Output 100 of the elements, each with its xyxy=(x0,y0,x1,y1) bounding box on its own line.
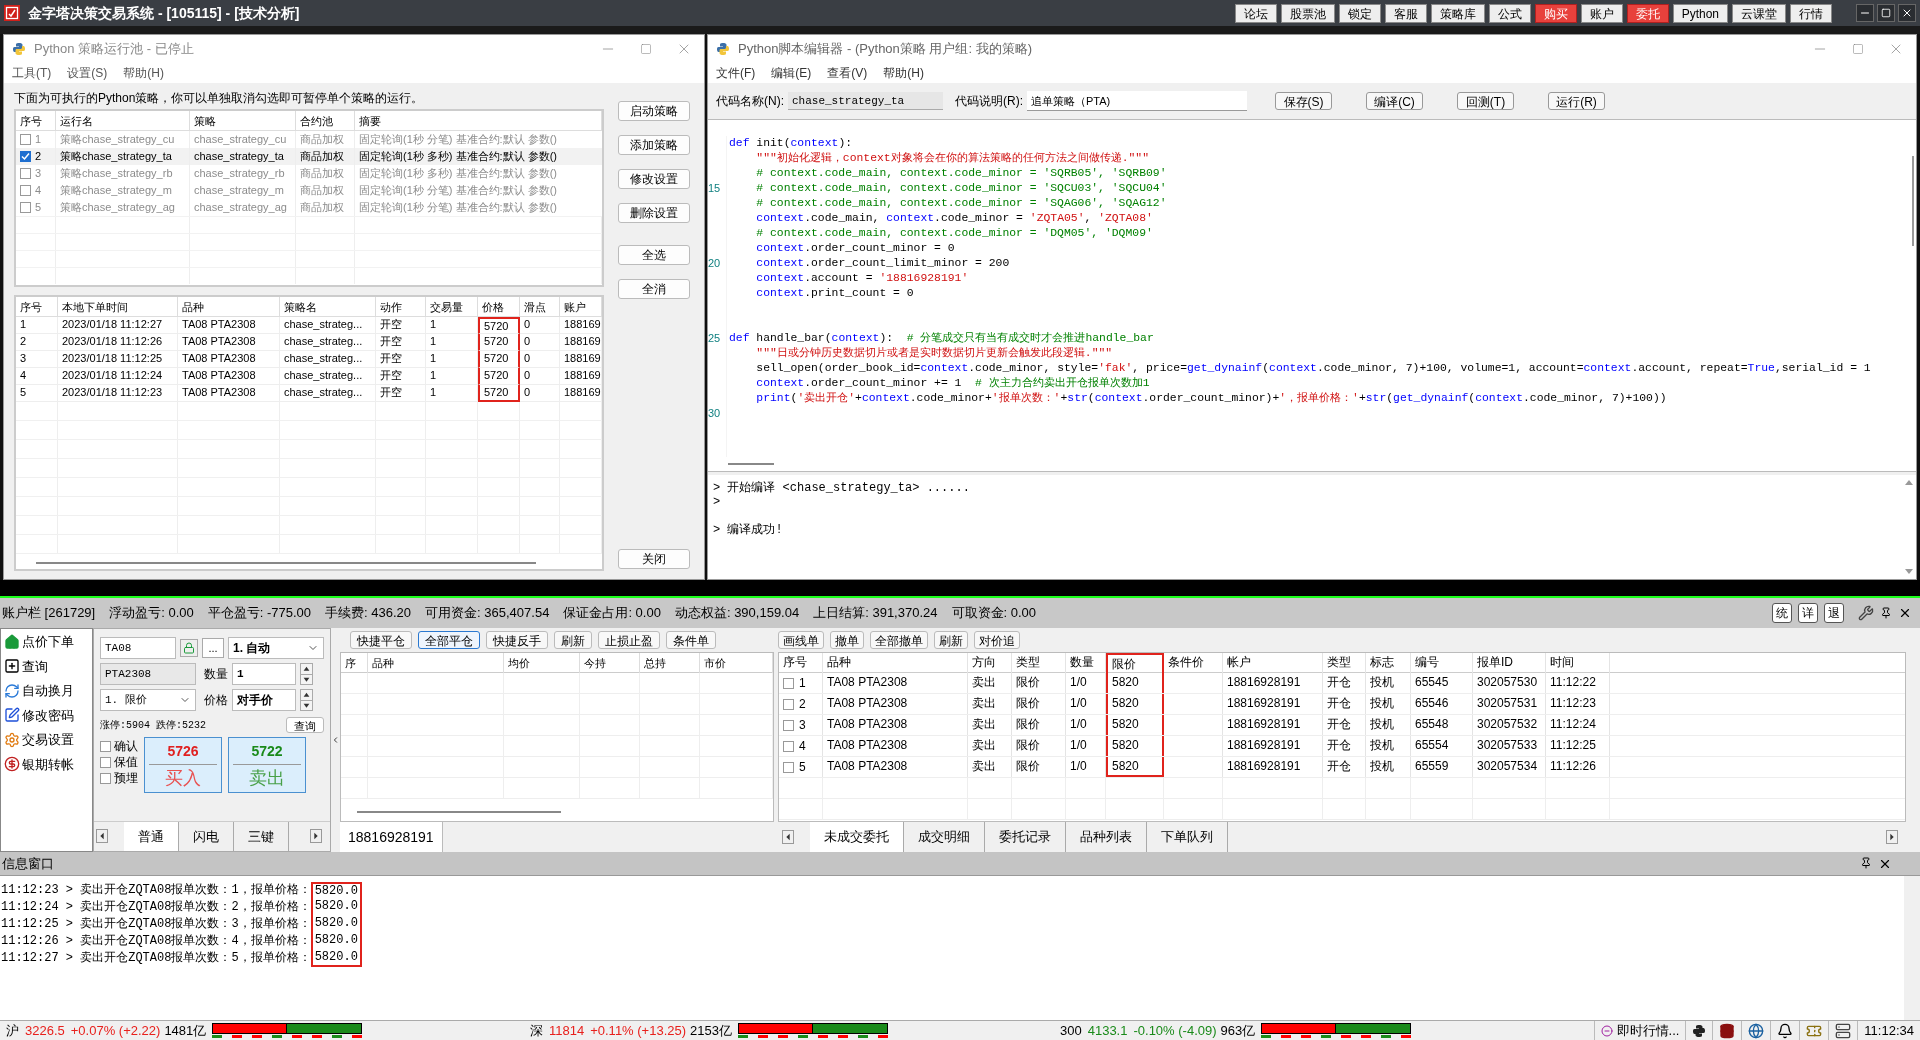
editor-button[interactable]: 运行(R) xyxy=(1548,92,1605,110)
sell-button[interactable]: 5722 卖出 xyxy=(228,737,306,793)
price-field[interactable]: 对手价 xyxy=(232,689,296,711)
checkbox[interactable] xyxy=(783,698,794,710)
toolbar-button[interactable]: 画线单 xyxy=(778,631,824,649)
checkbox[interactable] xyxy=(783,761,794,773)
toolbar-button[interactable]: 刷新 xyxy=(934,631,968,649)
checkbox[interactable] xyxy=(20,185,31,196)
scrollbar-thumb[interactable] xyxy=(36,562,536,564)
menu-item[interactable]: 编辑(E) xyxy=(771,64,812,82)
collapse-icon[interactable] xyxy=(331,734,340,746)
tab-scroll-right-icon[interactable] xyxy=(1886,830,1898,844)
tab-scroll-right-icon[interactable] xyxy=(310,829,322,843)
pin-icon[interactable] xyxy=(1880,607,1892,619)
checkbox[interactable] xyxy=(100,772,111,784)
scrollbar-thumb[interactable] xyxy=(1912,156,1914,246)
tools-icon[interactable] xyxy=(1858,605,1874,621)
action-button[interactable]: 添加策略 xyxy=(618,135,690,155)
realtime-quote-button[interactable]: 即时行情... xyxy=(1593,1021,1687,1040)
query-button[interactable]: 查询 xyxy=(286,717,324,733)
nav-item[interactable]: 自动换月 xyxy=(22,681,74,701)
menu-item[interactable]: 设置(S) xyxy=(67,64,108,82)
panel-button[interactable]: 退 xyxy=(1824,603,1844,623)
minimize-icon[interactable] xyxy=(1856,4,1874,22)
menu-item[interactable]: 查看(V) xyxy=(827,64,868,82)
toolbar-button[interactable]: 对价追 xyxy=(974,631,1020,649)
close-icon[interactable] xyxy=(1898,4,1916,22)
nav-item[interactable]: 修改密码 xyxy=(22,705,74,725)
restore-icon[interactable] xyxy=(1877,4,1895,22)
panel-button[interactable]: 统 xyxy=(1772,603,1792,623)
orders-tab[interactable]: 未成交委托 xyxy=(810,822,904,852)
pin-icon[interactable] xyxy=(1860,856,1872,869)
toolbar-button[interactable]: 账户 xyxy=(1580,3,1623,23)
mode-tab[interactable]: 普通 xyxy=(124,822,179,851)
spin-buttons[interactable] xyxy=(300,689,313,711)
checkbox[interactable] xyxy=(783,677,794,689)
close-button[interactable]: 关闭 xyxy=(618,549,690,569)
action-button[interactable]: 启动策略 xyxy=(618,101,690,121)
checkbox[interactable] xyxy=(20,168,31,179)
panel-button[interactable]: 详 xyxy=(1798,603,1818,623)
toolbar-button[interactable]: 快捷平仓 xyxy=(350,631,412,649)
editor-button[interactable]: 保存(S) xyxy=(1275,92,1332,110)
checkbox[interactable] xyxy=(783,740,794,752)
checkbox[interactable] xyxy=(20,202,31,213)
tab-scroll-left-icon[interactable] xyxy=(782,830,794,844)
toolbar-button[interactable]: 行情 xyxy=(1790,3,1832,23)
toolbar-button[interactable]: 条件单 xyxy=(666,631,716,649)
toolbar-button[interactable]: 止损止盈 xyxy=(598,631,660,649)
toolbar-button[interactable]: 股票池 xyxy=(1280,3,1335,23)
account-tab[interactable]: 18816928191 xyxy=(340,822,443,852)
maximize-icon[interactable] xyxy=(640,43,652,55)
quantity-field[interactable]: 1 xyxy=(232,663,296,685)
checkbox[interactable] xyxy=(20,134,31,145)
product-field[interactable]: PTA2308 xyxy=(100,663,196,685)
mode-select[interactable]: 1. 自动 xyxy=(228,637,324,659)
nav-item[interactable]: 点价下单 xyxy=(22,632,74,652)
maximize-icon[interactable] xyxy=(1852,43,1864,55)
checkbox[interactable] xyxy=(783,719,794,731)
tab-scroll-left-icon[interactable] xyxy=(96,829,108,843)
toolbar-button[interactable]: 购买 xyxy=(1534,3,1577,23)
order-type-select[interactable]: 1. 限价 xyxy=(100,689,196,711)
code-name-field[interactable]: chase_strategy_ta xyxy=(788,92,943,110)
editor-button[interactable]: 编译(C) xyxy=(1366,92,1423,110)
editor-button[interactable]: 回测(T) xyxy=(1457,92,1514,110)
toolbar-button[interactable]: Python xyxy=(1672,3,1728,23)
nav-item[interactable]: 查询 xyxy=(22,656,48,676)
code-description-field[interactable]: 追单策略（PTA) xyxy=(1027,91,1247,111)
scroll-up-icon[interactable] xyxy=(1905,479,1913,485)
menu-item[interactable]: 帮助(H) xyxy=(883,64,924,82)
lock-button[interactable] xyxy=(180,639,198,657)
scrollbar-thumb[interactable] xyxy=(357,811,561,813)
nav-item[interactable]: 银期转帐 xyxy=(22,754,74,774)
toolbar-button[interactable]: 撤单 xyxy=(830,631,864,649)
checkbox[interactable] xyxy=(100,740,111,752)
action-button[interactable]: 全选 xyxy=(618,245,690,265)
action-button[interactable]: 删除设置 xyxy=(618,203,690,223)
close-icon[interactable] xyxy=(1898,606,1912,620)
spin-buttons[interactable] xyxy=(300,663,313,685)
scrollbar-thumb[interactable] xyxy=(728,463,774,465)
toolbar-button[interactable]: 全部平仓 xyxy=(418,631,480,649)
toolbar-button[interactable]: 云课堂 xyxy=(1732,3,1786,23)
toolbar-button[interactable]: 快捷反手 xyxy=(486,631,548,649)
toolbar-button[interactable]: 公式 xyxy=(1488,3,1531,23)
more-button[interactable]: ... xyxy=(202,638,224,658)
menu-item[interactable]: 文件(F) xyxy=(716,64,756,82)
toolbar-button[interactable]: 策略库 xyxy=(1430,3,1485,23)
checkbox[interactable] xyxy=(100,756,111,768)
toolbar-button[interactable]: 锁定 xyxy=(1338,3,1381,23)
menu-item[interactable]: 工具(T) xyxy=(12,64,52,82)
menu-item[interactable]: 帮助(H) xyxy=(123,64,164,82)
nav-item[interactable]: 交易设置 xyxy=(22,730,74,750)
toolbar-button[interactable]: 全部撤单 xyxy=(870,631,928,649)
buy-button[interactable]: 5726 买入 xyxy=(144,737,222,793)
toolbar-button[interactable]: 论坛 xyxy=(1234,3,1277,23)
action-button[interactable]: 全消 xyxy=(618,279,690,299)
toolbar-button[interactable]: 客服 xyxy=(1384,3,1427,23)
checkbox[interactable] xyxy=(20,151,31,162)
scroll-down-icon[interactable] xyxy=(1905,569,1913,575)
action-button[interactable]: 修改设置 xyxy=(618,169,690,189)
toolbar-button[interactable]: 刷新 xyxy=(554,631,592,649)
